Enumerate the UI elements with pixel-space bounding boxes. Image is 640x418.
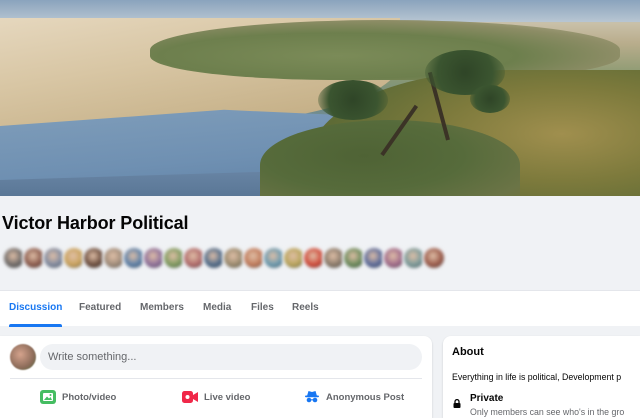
- anonymous-post-button[interactable]: Anonymous Post: [304, 384, 404, 410]
- live-video-label: Live video: [204, 391, 251, 403]
- anonymous-icon: [304, 390, 320, 404]
- tab-discussion[interactable]: Discussion: [9, 291, 63, 327]
- tab-featured[interactable]: Featured: [79, 291, 121, 327]
- privacy-detail: Only members can see who's in the gro: [470, 407, 625, 417]
- photo-icon: [40, 390, 56, 404]
- anonymous-post-label: Anonymous Post: [326, 391, 405, 403]
- member-avatar[interactable]: [422, 246, 446, 270]
- group-tabs: Discussion Featured Members Media Files …: [0, 290, 640, 327]
- cover-tree: [318, 80, 388, 120]
- tab-media[interactable]: Media: [203, 291, 231, 327]
- live-video-icon: [182, 390, 198, 404]
- member-avatars[interactable]: [2, 246, 446, 272]
- about-description: Everything in life is political, Develop…: [452, 372, 622, 382]
- about-heading: About: [452, 346, 484, 358]
- group-title: Victor Harbor Political: [2, 213, 189, 233]
- cover-tree: [470, 85, 510, 113]
- tab-files[interactable]: Files: [251, 291, 274, 327]
- avatar[interactable]: [10, 344, 36, 370]
- lock-icon: [453, 395, 461, 408]
- photo-video-label: Photo/video: [62, 391, 117, 403]
- composer-divider: [10, 378, 422, 379]
- tab-members[interactable]: Members: [140, 291, 184, 327]
- privacy-label: Private: [470, 393, 504, 404]
- about-card: About Everything in life is political, D…: [443, 336, 640, 418]
- live-video-button[interactable]: Live video: [182, 384, 250, 410]
- write-something-input[interactable]: [40, 344, 422, 370]
- cover-photo[interactable]: [0, 0, 640, 196]
- post-composer: Photo/video Live video Anonymous Post: [0, 336, 432, 418]
- tab-reels[interactable]: Reels: [292, 291, 319, 327]
- photo-video-button[interactable]: Photo/video: [40, 384, 116, 410]
